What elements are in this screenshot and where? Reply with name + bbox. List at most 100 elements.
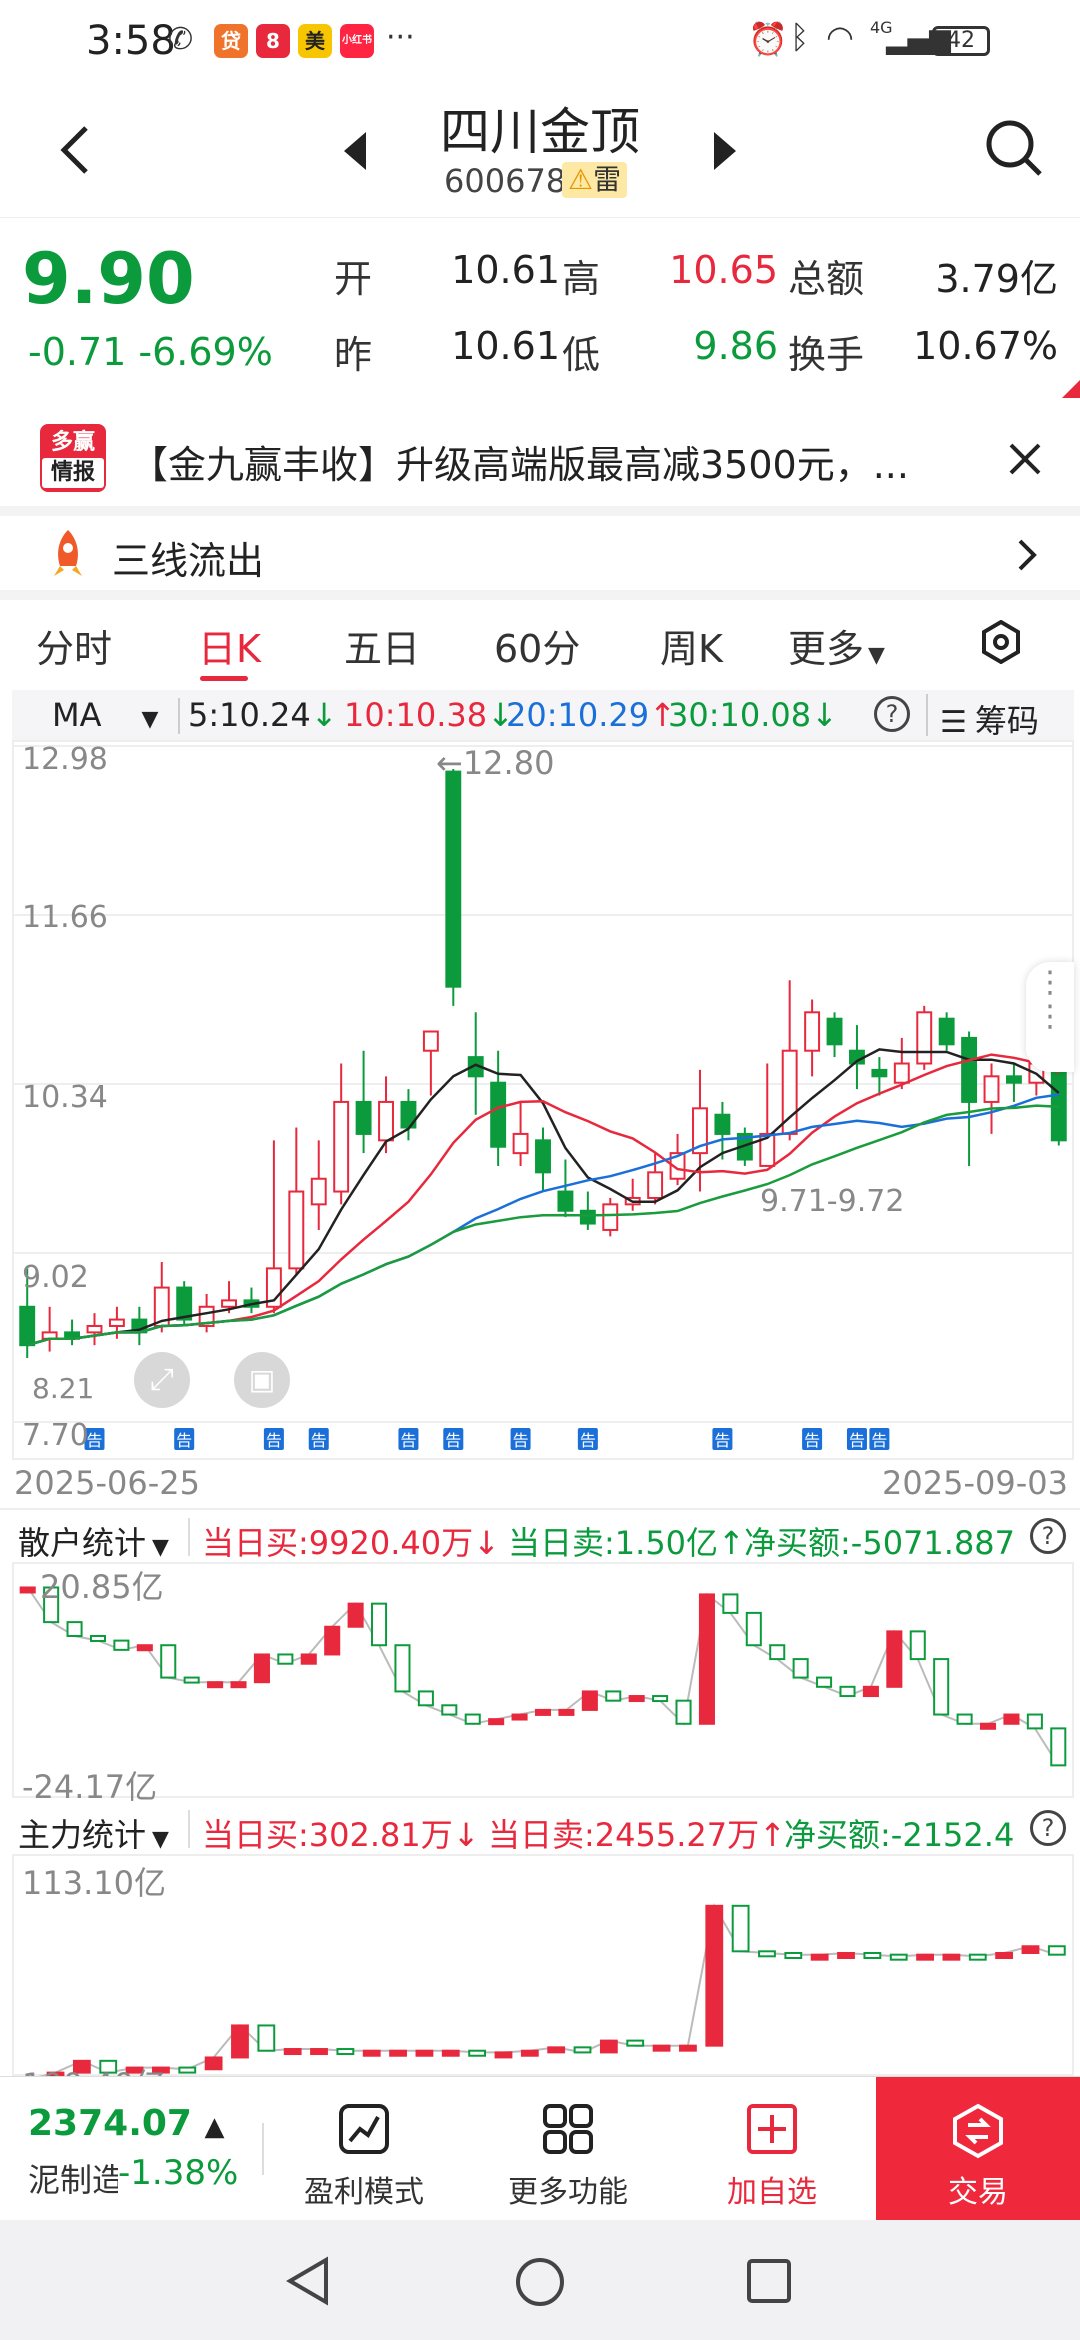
tab-60min[interactable]: 60分 (494, 618, 580, 673)
system-nav-bar (0, 2220, 1080, 2340)
help-icon[interactable]: ? (874, 696, 910, 732)
stock-code: 600678 (444, 162, 567, 200)
stat-box (324, 1625, 341, 1656)
caret-down-icon: ▼ (868, 643, 885, 668)
app-badge-pdd: 8 (256, 24, 290, 58)
ad-banner[interactable]: 多赢 情报 【金九赢丰收】升级高端版最高减3500元，... (0, 410, 1080, 506)
ma5-text: 5:10.24 (188, 696, 311, 734)
index-value-text: 2374.07 (28, 2103, 192, 2144)
amount-value: 3.79亿 (935, 257, 1058, 301)
candle-body (512, 1132, 529, 1155)
nav-recents-icon[interactable] (746, 2258, 792, 2304)
stat-box (277, 1653, 294, 1665)
side-menu-handle[interactable]: ⋮ ⋮ (1026, 962, 1074, 1072)
tab-five-day[interactable]: 五日 (344, 618, 420, 673)
kline-chart[interactable]: 告告告告告告告告告告告告 12.98 11.66 10.34 9.02 7.70… (12, 740, 1074, 1460)
stat-box (816, 1676, 833, 1688)
retail-stats-selector[interactable]: 散户统计 ▼ (18, 1518, 169, 1564)
date-axis: 2025-06-25 2025-09-03 (0, 1460, 1080, 1510)
candle-body (490, 1081, 507, 1148)
indicator-selector[interactable]: MA ▼ (52, 696, 158, 734)
retail-buy: 当日买:9920.40万↓ (202, 1524, 500, 1562)
thunder-badge[interactable]: ⚠雷 (562, 162, 628, 198)
add-watchlist-button[interactable]: 加自选 (672, 2077, 872, 2221)
trade-button[interactable]: 交易 (876, 2077, 1080, 2221)
chevron-right-icon[interactable] (1016, 538, 1038, 572)
index-arrow: ▲ (204, 2112, 225, 2142)
ma20-text: 20:10.29 (506, 696, 650, 734)
stat-box (942, 1953, 961, 1961)
nav-back-icon[interactable] (284, 2256, 332, 2306)
profit-mode-button[interactable]: 盈利模式 (264, 2077, 464, 2221)
legend-divider (926, 694, 928, 736)
caret-down-icon: ▼ (152, 1535, 169, 1560)
tab-intraday[interactable]: 分时 (36, 618, 112, 673)
plus-box-icon (747, 2104, 797, 2154)
more-features-button[interactable]: 更多功能 (468, 2077, 668, 2221)
next-stock-icon[interactable] (710, 128, 740, 174)
tab-daily-k[interactable]: 日K (198, 618, 261, 673)
close-icon[interactable] (1008, 442, 1042, 476)
stat-box (464, 1713, 481, 1725)
retail-chart: 20.85亿 -24.17亿 (12, 1562, 1074, 1806)
current-price: 9.90 (22, 238, 195, 320)
tab-more[interactable]: 更多 ▼ (788, 618, 885, 673)
arrow-down-icon: ↓ (811, 696, 838, 734)
signal-text: 三线流出 (112, 539, 265, 583)
legend-divider (188, 1518, 190, 1556)
zoom-button[interactable]: ⤢ (134, 1352, 190, 1408)
main-stats-selector[interactable]: 主力统计 ▼ (18, 1810, 169, 1856)
prev-close-value: 10.61 (451, 324, 560, 368)
chips-button[interactable]: ☰ 筹码 (940, 696, 1039, 742)
screenshot-button[interactable]: ▣ (234, 1352, 290, 1408)
thunder-badge-label: 雷 (593, 163, 622, 196)
candle-body (333, 1100, 350, 1193)
stat-box (362, 2049, 381, 2057)
panel-border (12, 1854, 1074, 2076)
stat-box (979, 1722, 997, 1730)
profit-mode-label: 盈利模式 (304, 2175, 424, 2210)
turnover-label: 换手 (788, 333, 865, 377)
add-watchlist-label: 加自选 (727, 2175, 817, 2210)
candle-body (445, 770, 462, 988)
main-buy: 当日买:302.81万↓ (202, 1816, 480, 1854)
stat-box (705, 1904, 724, 2047)
candle-body (378, 1100, 394, 1142)
stock-name: 四川金顶 (440, 103, 640, 161)
grid-icon (543, 2104, 593, 2154)
signal-row[interactable]: 三线流出 (0, 516, 1080, 590)
stat-box (207, 1681, 224, 1689)
help-icon[interactable]: ? (1030, 1810, 1066, 1846)
index-value: 2374.07 ▲ (28, 2103, 225, 2144)
tab-weekly-k[interactable]: 周K (660, 618, 723, 673)
candle-body (176, 1286, 193, 1321)
search-icon[interactable] (984, 118, 1044, 178)
divider (0, 1508, 1080, 1510)
stat-box (916, 1953, 934, 1961)
expand-corner-icon[interactable] (1062, 380, 1080, 398)
more-notifications: ··· (386, 20, 415, 55)
stat-box (178, 2066, 197, 2074)
alarm-icon: ⏰ (748, 20, 788, 58)
prev-close-label: 昨 (334, 333, 373, 377)
divider (0, 590, 1080, 600)
candle-body (535, 1139, 551, 1174)
ad-logo: 多赢 情报 (40, 424, 106, 492)
index-ticker[interactable]: 2374.07 ▲ 泥制造 -1.38% (0, 2077, 260, 2221)
stat-box (968, 1953, 987, 1961)
index-change: -1.38% (118, 2153, 239, 2193)
stat-box (626, 2039, 645, 2047)
help-icon[interactable]: ? (1030, 1518, 1066, 1554)
retail-y-max: 20.85亿 (40, 1568, 164, 1606)
candle-body (288, 1190, 305, 1270)
high-value: 10.65 (669, 248, 778, 292)
stat-box (441, 1704, 458, 1716)
stat-box (886, 1630, 903, 1688)
arrow-down-icon: ↓ (310, 696, 338, 734)
back-icon[interactable] (56, 122, 96, 178)
nav-home-icon[interactable] (514, 2256, 566, 2308)
missed-call-icon: ✆ (168, 22, 194, 57)
trade-label: 交易 (948, 2175, 1008, 2210)
stat-box (792, 1658, 809, 1679)
settings-icon[interactable] (980, 620, 1022, 664)
